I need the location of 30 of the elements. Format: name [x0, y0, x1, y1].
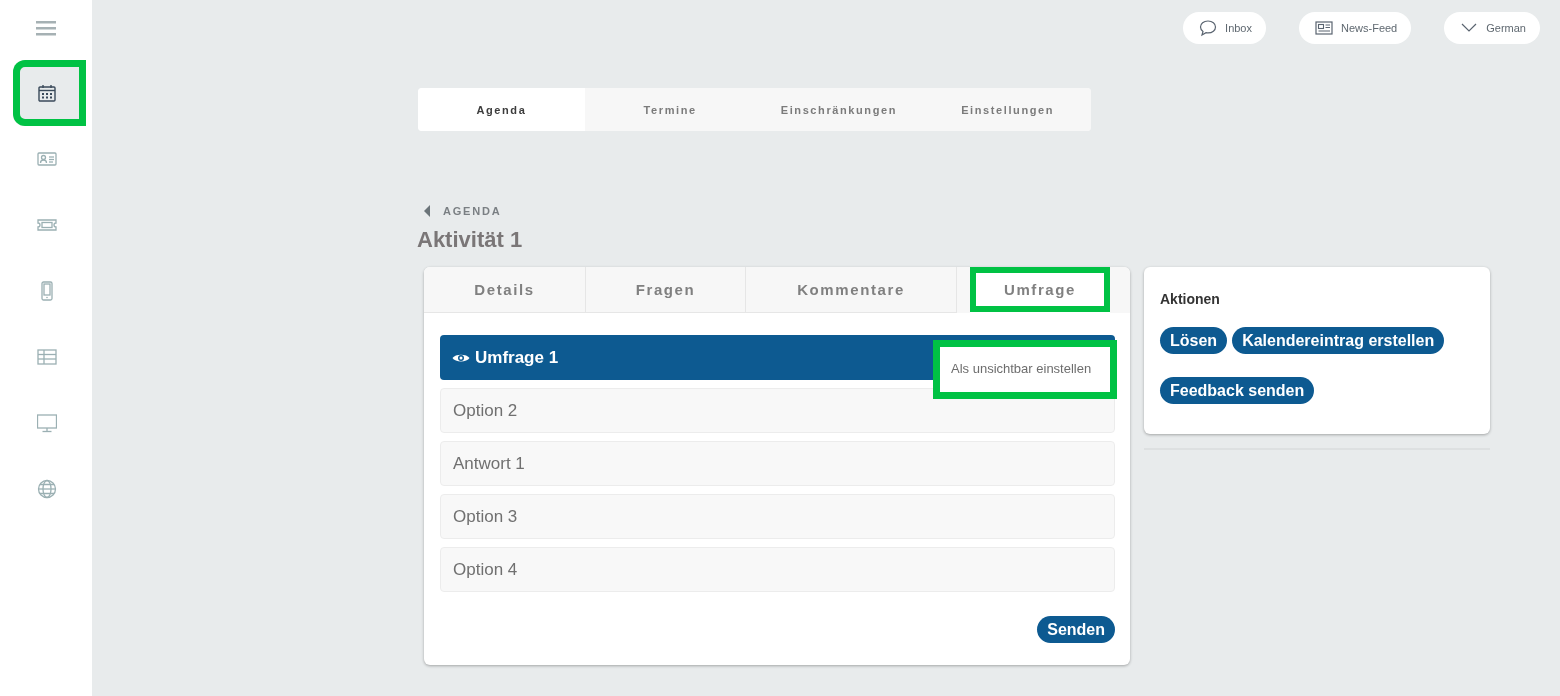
send-button[interactable]: Senden [1037, 616, 1115, 643]
calendar-icon [36, 83, 57, 103]
top-bar-button[interactable]: Inbox [1183, 12, 1266, 44]
poll-option[interactable]: Option 2 [440, 388, 1115, 433]
sidebar-item[interactable] [13, 60, 86, 126]
action-button[interactable]: Lösen [1160, 327, 1228, 354]
caret-left-icon [424, 205, 431, 217]
tooltip: Als unsichtbar einstellen [933, 340, 1117, 399]
poll-option[interactable]: Antwort 1 [440, 441, 1115, 486]
back-link[interactable]: AGENDA [424, 205, 502, 217]
page-title: Aktivität 1 [417, 227, 524, 253]
table-icon [36, 347, 57, 367]
poll-option[interactable]: Option 4 [440, 547, 1115, 592]
tab[interactable]: Details [424, 267, 586, 313]
tab[interactable]: Agenda [418, 88, 585, 131]
action-button[interactable]: Feedback senden [1160, 377, 1315, 404]
top-bar-button[interactable]: German [1444, 12, 1540, 44]
actions-title: Aktionen [1160, 291, 1221, 307]
tab[interactable]: Kommentare [746, 267, 957, 313]
monitor-icon [36, 413, 57, 433]
tab[interactable]: Umfrage [970, 267, 1110, 313]
tab[interactable]: Fragen [586, 267, 746, 313]
newspaper-icon [1315, 19, 1333, 37]
action-button[interactable]: Kalendereintrag erstellen [1232, 327, 1445, 354]
menu-icon [36, 20, 56, 36]
globe-icon [36, 479, 57, 499]
contact-card-icon [36, 149, 57, 169]
poll-option[interactable]: Option 3 [440, 494, 1115, 539]
top-bar-button[interactable]: News-Feed [1299, 12, 1412, 44]
speech-bubble-icon [1199, 19, 1218, 37]
